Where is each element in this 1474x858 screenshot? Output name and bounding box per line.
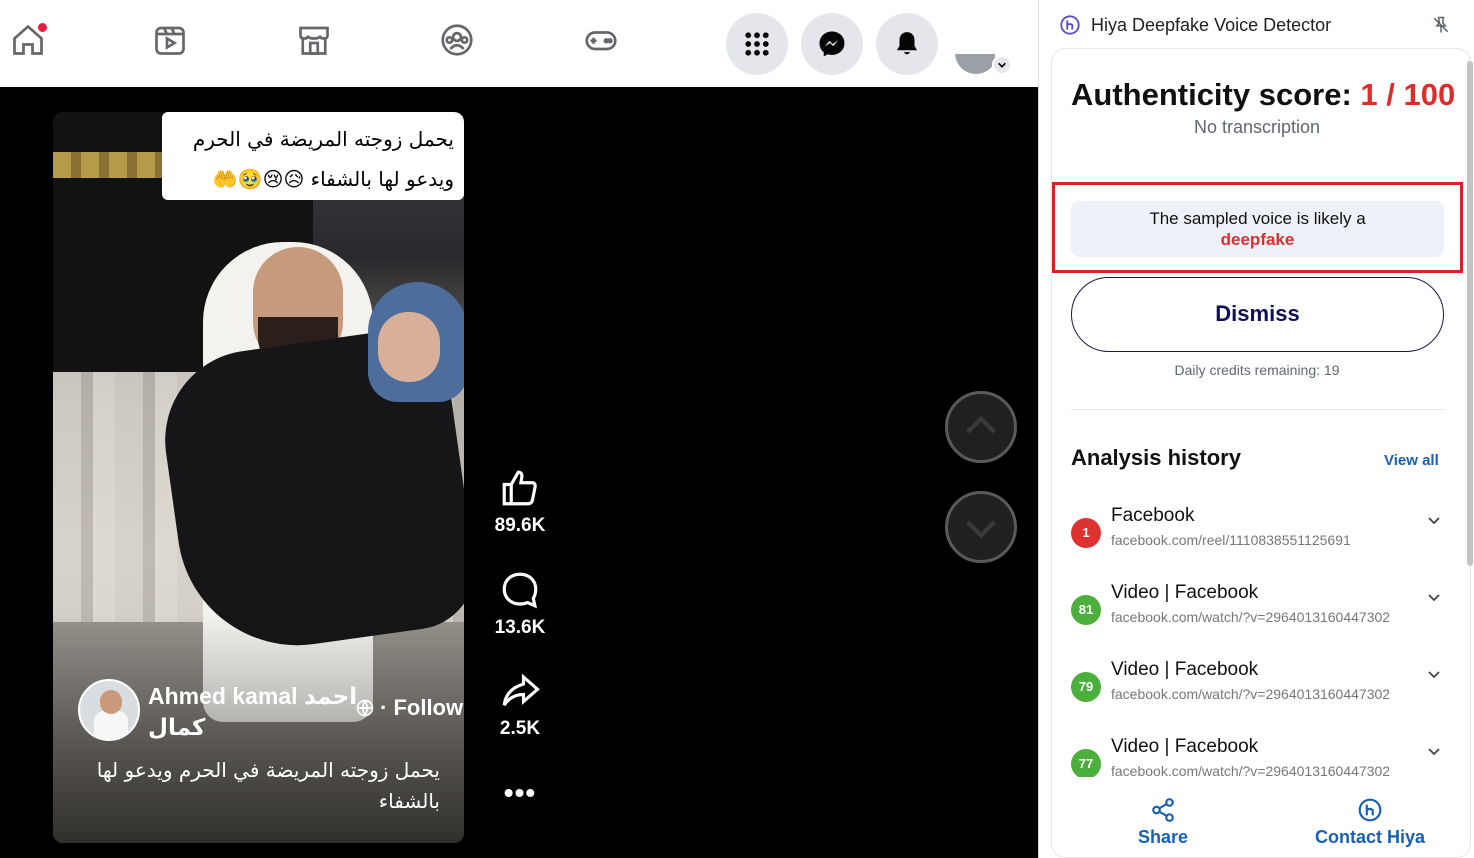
history-score-badge: 79 [1071, 672, 1101, 702]
reels-viewer: يحمل زوجته المريضة في الحرم ويدعو لها با… [0, 87, 1038, 858]
history-score-badge: 81 [1071, 595, 1101, 625]
chevron-down-icon [998, 62, 1006, 68]
profile-avatar[interactable] [955, 54, 995, 74]
account-menu-chevron[interactable] [992, 55, 1012, 75]
history-score-badge: 1 [1071, 518, 1101, 548]
history-item-url: facebook.com/watch/?v=2964013160447302 [1111, 686, 1391, 702]
scrollbar-thumb[interactable] [1467, 61, 1473, 566]
notification-dot [37, 22, 48, 33]
chevron-down-icon[interactable] [1426, 667, 1442, 683]
groups-icon[interactable] [437, 20, 477, 60]
history-item-url: facebook.com/reel/1110838551125691 [1111, 532, 1351, 548]
history-item-title: Video | Facebook [1111, 659, 1259, 680]
panel-scrollbar[interactable] [1465, 55, 1474, 775]
previous-reel-button[interactable] [945, 391, 1017, 463]
messenger-icon [819, 31, 845, 57]
notifications-button[interactable] [876, 13, 938, 75]
menu-grid-icon [745, 32, 769, 56]
contact-hiya-button[interactable]: Contact Hiya [1315, 797, 1425, 848]
hiya-logo-icon [1358, 798, 1382, 822]
messenger-button[interactable] [801, 13, 863, 75]
history-item-title: Video | Facebook [1111, 582, 1259, 603]
panel-footer: Share Contact Hiya [1052, 777, 1470, 857]
facebook-top-nav [0, 0, 1038, 87]
share-count: 2.5K [499, 718, 541, 739]
globe-icon [356, 699, 374, 718]
marketplace-icon[interactable] [294, 20, 334, 60]
follow-button[interactable]: · Follow [380, 695, 463, 721]
caption-line-2: ويدعو لها بالشفاء 😥😢🥹🤲 [212, 167, 454, 191]
home-icon[interactable] [8, 20, 48, 60]
extension-title: Hiya Deepfake Voice Detector [1091, 15, 1332, 35]
reel-video[interactable]: يحمل زوجته المريضة في الحرم ويدعو لها با… [53, 112, 464, 843]
comment-bubble-icon [502, 572, 538, 609]
like-button[interactable]: 89.6K [480, 467, 560, 537]
authenticity-score: Authenticity score: 1 / 100 [1071, 77, 1456, 112]
history-item[interactable]: 81 Video | Facebook facebook.com/watch/?… [1071, 582, 1446, 646]
video-icon[interactable] [150, 20, 190, 60]
history-item-url: facebook.com/watch/?v=2964013160447302 [1111, 609, 1391, 625]
notifications-bell-icon [897, 32, 917, 55]
author-name[interactable]: Ahmed kamal احمد كمال [148, 681, 358, 743]
hiya-extension-panel: Hiya Deepfake Voice Detector Authenticit… [1038, 0, 1474, 858]
author-avatar[interactable] [78, 679, 140, 741]
chevron-down-icon[interactable] [1426, 513, 1442, 529]
pin-icon[interactable] [1431, 15, 1451, 35]
analysis-history-title: Analysis history [1071, 445, 1241, 470]
divider [1071, 409, 1444, 410]
history-item-title: Facebook [1111, 505, 1195, 526]
share-arrow-icon [502, 673, 540, 706]
comment-count: 13.6K [494, 617, 546, 638]
result-card: Authenticity score: 1 / 100 No transcrip… [1051, 48, 1471, 858]
history-item[interactable]: 1 Facebook facebook.com/reel/11108385511… [1071, 505, 1446, 569]
hiya-logo-icon [1060, 15, 1080, 35]
video-caption-overlay: يحمل زوجته المريضة في الحرم ويدعو لها با… [162, 112, 464, 200]
reel-author: Ahmed kamal احمد كمال · Follow [78, 679, 464, 749]
like-thumb-icon [502, 470, 537, 506]
daily-credits: Daily credits remaining: 19 [1174, 362, 1340, 378]
next-reel-button[interactable] [945, 491, 1017, 563]
video-description: يحمل زوجته المريضة في الحرم ويدعو لها با… [96, 758, 440, 813]
score-value: 1 / 100 [1360, 77, 1456, 112]
menu-grid-button[interactable] [726, 13, 788, 75]
history-score-badge: 77 [1071, 749, 1101, 779]
extension-header: Hiya Deepfake Voice Detector [1039, 0, 1474, 50]
chevron-down-icon [966, 520, 996, 539]
comment-button[interactable]: 13.6K [480, 569, 560, 639]
verdict-highlight-box [1052, 182, 1463, 273]
share-nodes-icon [1152, 798, 1174, 822]
caption-line-1: يحمل زوجته المريضة في الحرم [192, 127, 454, 151]
history-item-title: Video | Facebook [1111, 736, 1259, 757]
more-options-button[interactable]: ••• [500, 777, 540, 809]
share-footer-button[interactable]: Share [1138, 797, 1188, 848]
like-count: 89.6K [494, 515, 546, 536]
share-button[interactable]: 2.5K [480, 670, 560, 740]
dismiss-button[interactable]: Dismiss [1071, 277, 1444, 352]
view-all-link[interactable]: View all [1384, 452, 1439, 469]
transcription-status: No transcription [1193, 117, 1321, 137]
chevron-down-icon[interactable] [1426, 744, 1442, 760]
history-item[interactable]: 79 Video | Facebook facebook.com/watch/?… [1071, 659, 1446, 723]
chevron-down-icon[interactable] [1426, 590, 1442, 606]
gaming-icon[interactable] [581, 20, 621, 60]
chevron-up-icon [966, 415, 996, 434]
